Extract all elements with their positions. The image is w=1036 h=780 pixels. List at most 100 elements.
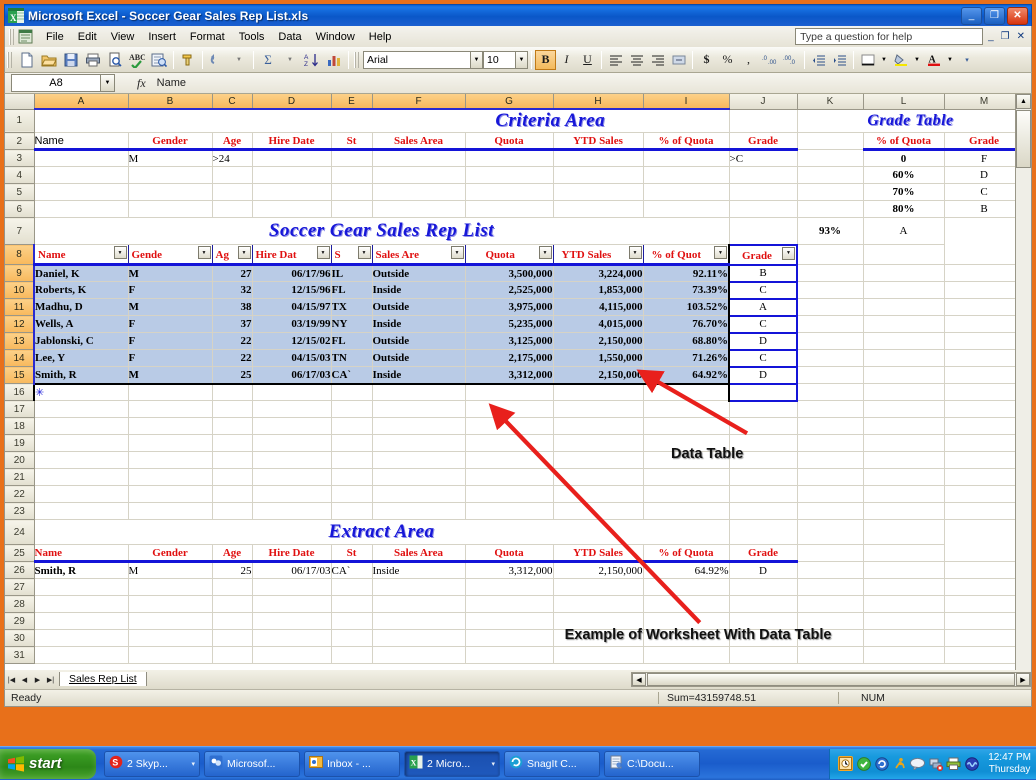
cell-r18c6[interactable]	[465, 418, 553, 435]
menu-item-file[interactable]: File	[39, 29, 71, 45]
cell-d16[interactable]	[252, 384, 331, 401]
cell-st-row6[interactable]: TN	[331, 350, 372, 367]
row-header-17[interactable]: 17	[5, 401, 34, 418]
grade-table-header-pct[interactable]: % of Quota	[863, 133, 944, 150]
cell-r17c11[interactable]	[863, 401, 944, 418]
cell-r20c2[interactable]	[212, 452, 252, 469]
cell-pct_quota-row1[interactable]: 92.11%	[643, 265, 729, 282]
menu-item-tools[interactable]: Tools	[232, 29, 272, 45]
cell-r30c3[interactable]	[252, 630, 331, 647]
cell-r17c10[interactable]	[797, 401, 863, 418]
cell-r30c5[interactable]	[372, 630, 465, 647]
autofilter-dropdown-icon-quota[interactable]: ▼	[539, 246, 552, 259]
extract-header-ytd-sales[interactable]: YTD Sales	[553, 545, 643, 562]
extract-value-pct-quota[interactable]: 64.92%	[643, 562, 729, 579]
column-header-h[interactable]: H	[553, 94, 643, 109]
cell-r20c7[interactable]	[553, 452, 643, 469]
cell-r31c7[interactable]	[553, 647, 643, 664]
cell-r21c10[interactable]	[797, 469, 863, 486]
volume-icon[interactable]	[964, 756, 979, 771]
cell-r21c11[interactable]	[863, 469, 944, 486]
align-left-icon[interactable]	[605, 50, 626, 70]
cell-r22c1[interactable]	[128, 486, 212, 503]
cell-r19c1[interactable]	[128, 435, 212, 452]
cell-r18c10[interactable]	[797, 418, 863, 435]
cell-r29c2[interactable]	[212, 613, 252, 630]
autofilter-dropdown-icon-hire-date[interactable]: ▼	[317, 246, 330, 259]
cell-k13[interactable]	[797, 333, 863, 350]
cell-r27c7[interactable]	[553, 579, 643, 596]
cell-r20c4[interactable]	[331, 452, 372, 469]
cell-l25[interactable]	[863, 545, 944, 562]
cell-b5[interactable]	[128, 184, 212, 201]
criteria-header-sales-area[interactable]: Sales Area	[372, 133, 465, 150]
cell-e4[interactable]	[331, 167, 372, 184]
cell-h4[interactable]	[553, 167, 643, 184]
cell-l12[interactable]	[863, 316, 944, 333]
cell-j16[interactable]	[729, 384, 797, 401]
cell-e6[interactable]	[331, 201, 372, 218]
criteria-header-quota[interactable]: Quota	[465, 133, 553, 150]
column-header-c[interactable]: C	[212, 94, 252, 109]
column-header-j[interactable]: J	[729, 94, 797, 109]
list-header-st[interactable]: S ▼	[331, 245, 372, 265]
decrease-indent-icon[interactable]	[808, 50, 829, 70]
extract-value-quota[interactable]: 3,312,000	[465, 562, 553, 579]
cell-r21c6[interactable]	[465, 469, 553, 486]
column-header-f[interactable]: F	[372, 94, 465, 109]
cell-r21c9[interactable]	[729, 469, 797, 486]
open-icon[interactable]	[38, 49, 60, 71]
cell-k12[interactable]	[797, 316, 863, 333]
row-header-24[interactable]: 24	[5, 520, 34, 545]
cell-k15[interactable]	[797, 367, 863, 384]
prev-sheet-icon[interactable]: ◀	[18, 672, 31, 687]
undo-icon[interactable]	[206, 49, 228, 71]
extract-value-sales-area[interactable]: Inside	[372, 562, 465, 579]
cell-r17c2[interactable]	[212, 401, 252, 418]
scroll-right-icon[interactable]: ▶	[1016, 673, 1030, 686]
shield-check-icon[interactable]	[856, 756, 871, 771]
cell-r31c9[interactable]	[729, 647, 797, 664]
new-icon[interactable]	[16, 49, 38, 71]
criteria-value-ytd-sales[interactable]	[553, 150, 643, 167]
criteria-value-sales-area[interactable]	[372, 150, 465, 167]
cell-gender-row4[interactable]: F	[128, 316, 212, 333]
standard-toolbar-grip[interactable]	[7, 52, 14, 68]
cell-f4[interactable]	[372, 167, 465, 184]
cell-l14[interactable]	[863, 350, 944, 367]
cell-r28c12[interactable]	[944, 596, 1024, 613]
list-header-sales-area[interactable]: Sales Are ▼	[372, 245, 465, 265]
cell-a4[interactable]	[34, 167, 128, 184]
fill-color-dropdown-icon[interactable]: ▼	[911, 51, 923, 69]
cell-r31c1[interactable]	[128, 647, 212, 664]
cell-r28c7[interactable]	[553, 596, 643, 613]
cell-sales_area-row3[interactable]: Outside	[372, 299, 465, 316]
insert-function-icon[interactable]: fx	[137, 76, 146, 91]
menu-item-window[interactable]: Window	[309, 29, 362, 45]
ask-a-question-box[interactable]: Type a question for help	[795, 28, 983, 45]
cell-e16[interactable]	[331, 384, 372, 401]
cell-k16[interactable]	[797, 384, 863, 401]
cell-grade-row4[interactable]: C	[729, 316, 797, 333]
cell-r17c9[interactable]	[729, 401, 797, 418]
criteria-value-pct-quota[interactable]	[643, 150, 729, 167]
cell-grade-row5[interactable]: D	[729, 333, 797, 350]
cell-b16[interactable]	[128, 384, 212, 401]
list-header-grade[interactable]: Grade ▼	[729, 245, 797, 265]
cell-r19c10[interactable]	[797, 435, 863, 452]
column-header-a[interactable]: A	[34, 94, 128, 109]
column-header-i[interactable]: I	[643, 94, 729, 109]
row-header-8[interactable]: 8	[5, 245, 34, 265]
extract-value-name[interactable]: Smith, R	[34, 562, 128, 579]
cell-r23c11[interactable]	[863, 503, 944, 520]
cell-age-row5[interactable]: 22	[212, 333, 252, 350]
grade-table-grade-1[interactable]: D	[944, 167, 1024, 184]
cell-gender-row7[interactable]: M	[128, 367, 212, 384]
table-row[interactable]: 11Madhu, DM3804/15/97TXOutside3,975,0004…	[5, 299, 1024, 316]
cell-r27c2[interactable]	[212, 579, 252, 596]
extract-header-st[interactable]: St	[331, 545, 372, 562]
list-header-pct-quota[interactable]: % of Quot ▼	[643, 245, 729, 265]
cell-f6[interactable]	[372, 201, 465, 218]
cell-criteria-title[interactable]: Criteria Area	[372, 109, 729, 133]
taskbar-button-2[interactable]: Inbox - ...	[304, 751, 400, 777]
